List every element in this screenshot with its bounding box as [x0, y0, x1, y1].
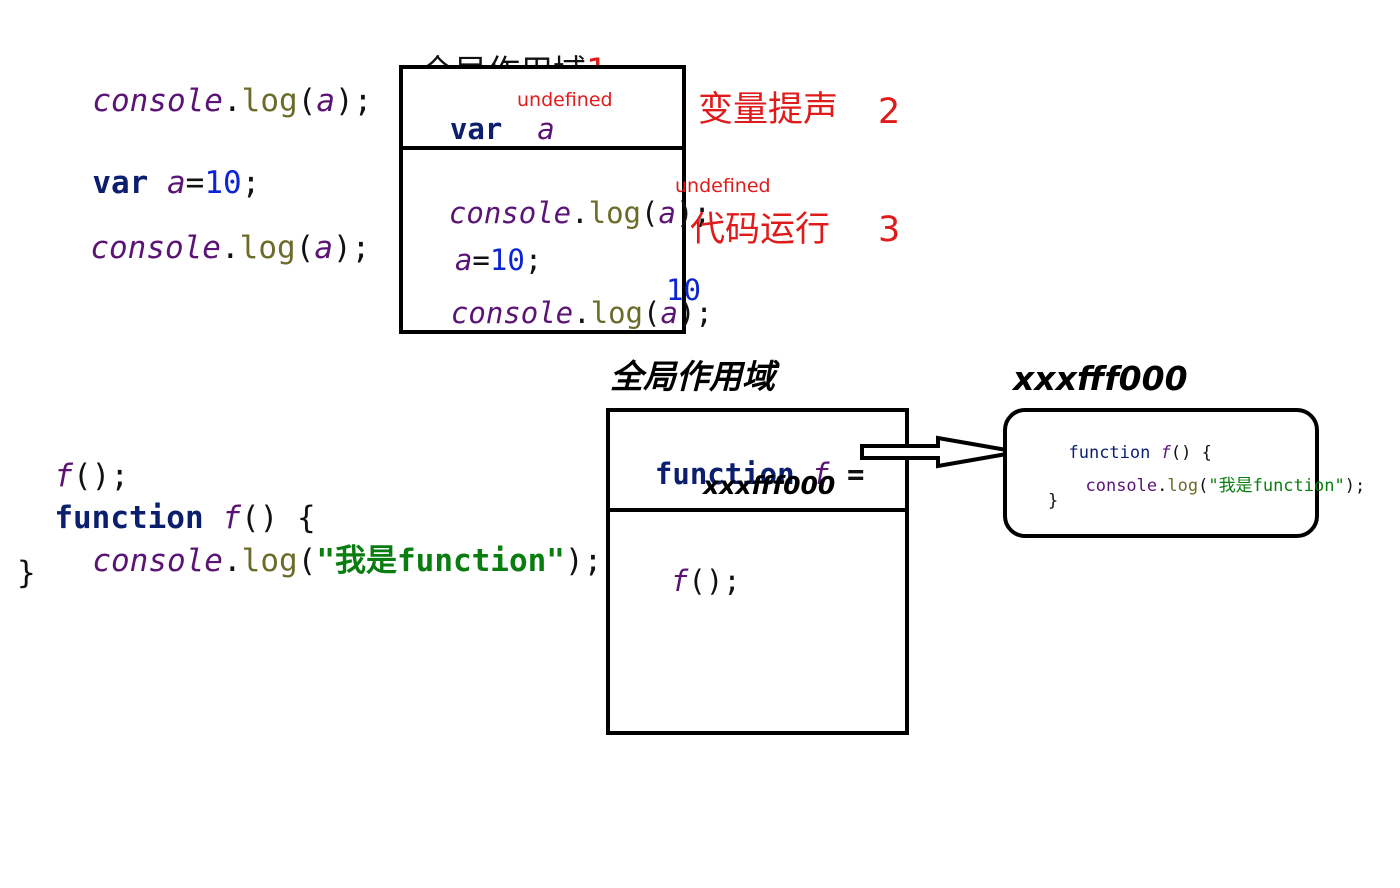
run-line-3-result: 10 [666, 273, 701, 307]
running-step-number: 3 [878, 210, 901, 250]
heap-code-line-2: console.log("我是function"); [1085, 476, 1366, 496]
top-code-line-1: console.log(a); [92, 83, 373, 119]
heap-code-line-1: function f() { [1068, 443, 1212, 463]
hoisting-label: 变量提声 [698, 90, 839, 130]
top-scope-divider [399, 146, 686, 150]
function-call-line: f(); [670, 564, 741, 598]
running-label: 代码运行 [690, 210, 831, 250]
bottom-code-line-3: console.log("我是function"); [92, 543, 603, 579]
function-address: xxxfff000 [703, 471, 836, 500]
bottom-scope-title: 全局作用域 [610, 357, 775, 396]
run-line-1-result: undefined [675, 175, 771, 197]
run-line-2: a=10; [454, 243, 543, 277]
heap-title: xxxfff000 [1013, 359, 1188, 398]
bottom-scope-divider [606, 508, 909, 512]
bottom-code-line-4: } [17, 555, 36, 591]
hoisted-value-label: undefined [517, 89, 613, 111]
top-code-line-3: console.log(a); [90, 230, 371, 266]
hoisting-step-number: 2 [878, 92, 901, 132]
heap-code-line-3: } [1048, 491, 1059, 511]
top-code-line-2: var a=10; [92, 165, 261, 201]
